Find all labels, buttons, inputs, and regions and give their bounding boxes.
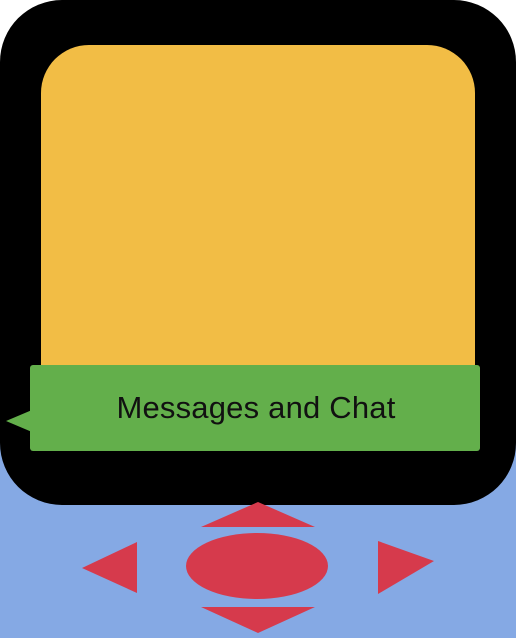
handheld-device: Messages and Chat <box>0 0 516 638</box>
center-select-button[interactable] <box>186 533 328 599</box>
messages-and-chat-banner[interactable]: Messages and Chat <box>30 365 480 451</box>
banner-pointer <box>6 410 32 432</box>
banner-label: Messages and Chat <box>116 390 396 425</box>
